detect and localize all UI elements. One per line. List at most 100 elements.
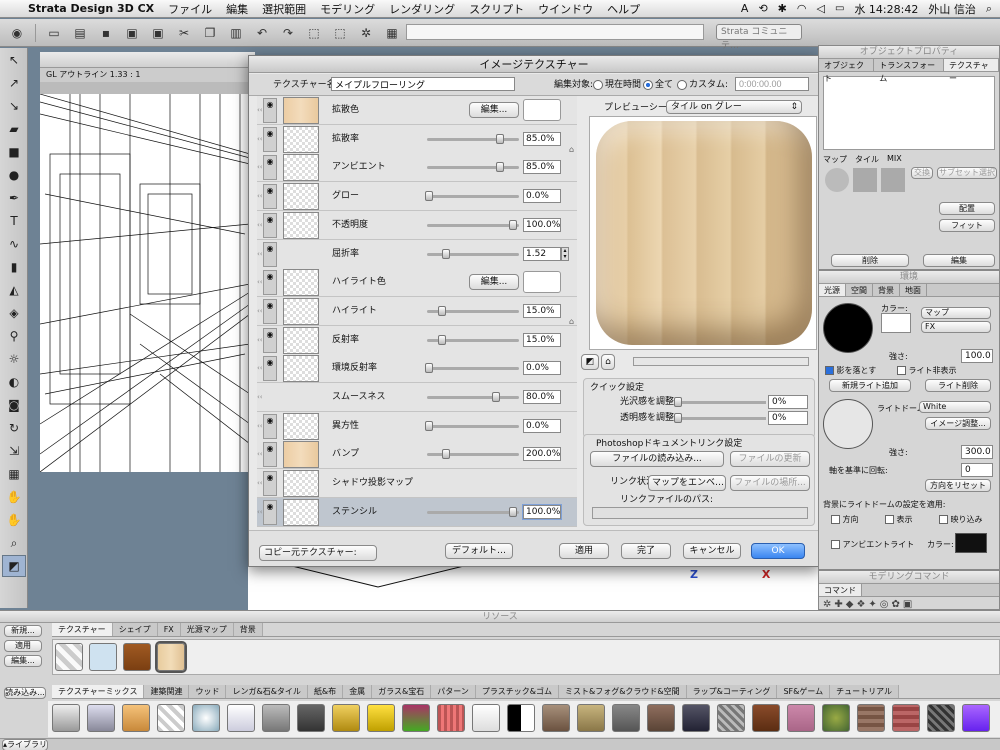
ambient-color-swatch[interactable] <box>955 533 987 553</box>
channel-row[interactable]: ‹‹ ◉ 拡散率 85.0% <box>257 124 577 154</box>
channel-slider[interactable] <box>427 248 519 259</box>
community-dropdown[interactable]: Strata コミュニテ… <box>716 24 802 51</box>
render-full-icon[interactable]: ⬚ <box>330 24 350 42</box>
channel-map-thumbnail[interactable] <box>283 125 319 153</box>
library-texture-swatch[interactable] <box>192 704 220 732</box>
texture-preview[interactable] <box>589 116 817 350</box>
res-new-button[interactable]: 新規... <box>4 625 42 637</box>
library-texture-swatch[interactable] <box>717 704 745 732</box>
channel-slider[interactable] <box>427 219 519 230</box>
slider-knob[interactable] <box>492 392 501 402</box>
project-texture-2[interactable] <box>89 643 117 671</box>
channel-slider[interactable] <box>427 449 519 460</box>
channel-row[interactable]: ‹‹ ◉ 不透明度 100.0% <box>257 210 577 240</box>
channel-slider[interactable] <box>425 363 519 374</box>
spotlight-icon[interactable]: ⌕ <box>986 2 992 16</box>
map-flat-icon[interactable] <box>853 168 877 192</box>
channel-map-thumbnail[interactable] <box>283 97 319 124</box>
slider-knob[interactable] <box>437 305 446 316</box>
library-texture-swatch[interactable] <box>752 704 780 732</box>
library-texture-swatch[interactable] <box>332 704 360 732</box>
text-icon[interactable]: T <box>2 210 26 232</box>
environment-title[interactable]: 環境 <box>819 271 999 284</box>
visibility-eye-icon[interactable]: ◉ <box>263 298 277 324</box>
library-texture-swatch[interactable] <box>507 704 535 732</box>
subtab-tile[interactable]: タイル <box>855 154 879 165</box>
library-tab[interactable]: チュートリアル <box>830 685 900 698</box>
bluetooth-icon[interactable]: ✱ <box>778 2 787 15</box>
channel-slider[interactable] <box>427 506 519 517</box>
preview-eyedropper-icon[interactable]: ◩ <box>581 354 599 370</box>
channel-map-thumbnail[interactable] <box>283 355 319 383</box>
light-bulb-icon[interactable]: ☼ <box>2 348 26 370</box>
visibility-eye-icon[interactable]: ◉ <box>263 356 277 382</box>
channel-map-thumbnail[interactable] <box>283 183 319 211</box>
library-texture-swatch[interactable] <box>822 704 850 732</box>
channel-color-swatch[interactable] <box>523 271 561 294</box>
place-button[interactable]: 配置 <box>939 202 995 215</box>
channel-edit-button[interactable]: 編集... <box>469 274 519 291</box>
radio-custom[interactable] <box>677 80 687 90</box>
library-texture-swatch[interactable] <box>297 704 325 732</box>
light-dome-sphere[interactable] <box>823 399 873 449</box>
library-tab[interactable]: テクスチャーミックス <box>52 685 145 698</box>
zoom-scale[interactable]: 1.33 : 1 <box>110 70 141 79</box>
library-texture-swatch[interactable] <box>402 704 430 732</box>
library-texture-swatch[interactable] <box>787 704 815 732</box>
tab-object[interactable]: オブジェクト <box>819 59 875 83</box>
viewport-canvas[interactable] <box>40 94 250 472</box>
slider-knob[interactable] <box>437 334 446 345</box>
zoom-icon[interactable]: ⌕ <box>2 532 26 554</box>
visibility-eye-icon[interactable]: ◉ <box>263 270 277 296</box>
channel-row[interactable]: ‹‹ ◉ 環境反射率 0.0% <box>257 354 577 384</box>
cut-icon[interactable]: ✂ <box>174 24 194 42</box>
path-icon[interactable]: ∿ <box>2 233 26 255</box>
channel-row[interactable]: ‹‹ ◉ 反射率 15.0% <box>257 325 577 355</box>
direct-select-icon[interactable]: ↘ <box>2 95 26 117</box>
slider-knob[interactable] <box>509 506 517 517</box>
orbit-icon[interactable]: ✋ <box>2 509 26 531</box>
tab-texture[interactable]: テクスチャー <box>944 59 999 83</box>
library-tab[interactable]: ラップ&コーティング <box>686 685 778 698</box>
slider-knob[interactable] <box>496 162 505 173</box>
light-map-dropdown[interactable]: マップ <box>921 307 991 319</box>
eyedropper-icon[interactable]: ◩ <box>2 555 26 577</box>
channel-slider[interactable] <box>425 420 519 431</box>
library-texture-swatch[interactable] <box>87 704 115 732</box>
library-tab[interactable]: レンガ&石&タイル <box>226 685 308 698</box>
command-panel-title[interactable]: モデリングコマンド <box>819 571 999 584</box>
wifi-icon[interactable]: ◠ <box>797 2 807 15</box>
channel-map-thumbnail[interactable] <box>283 326 319 354</box>
channel-row[interactable]: ‹‹ ◉ 異方性 0.0% <box>257 411 577 441</box>
channel-value[interactable]: 0.0% <box>523 361 561 376</box>
channel-row[interactable]: ‹‹ ◉ シャドウ投影マップ <box>257 469 577 499</box>
visibility-eye-icon[interactable]: ◉ <box>263 241 277 267</box>
rect-icon[interactable]: ■ <box>2 141 26 163</box>
value-stepper[interactable]: ▴ ▾ <box>561 246 569 261</box>
ambient-checkbox[interactable] <box>831 540 840 549</box>
channel-row[interactable]: ‹‹ ◉ アンビエント 85.0% <box>257 153 577 183</box>
volume-icon[interactable]: ◁ <box>817 2 825 15</box>
transparency-value[interactable]: 0% <box>768 411 808 425</box>
library-texture-swatch[interactable] <box>577 704 605 732</box>
channel-map-thumbnail[interactable] <box>283 498 319 526</box>
menu-script[interactable]: スクリプト <box>469 1 524 17</box>
delete-light-button[interactable]: ライト削除 <box>925 379 991 392</box>
library-texture-swatch[interactable] <box>262 704 290 732</box>
library-texture-swatch[interactable] <box>892 704 920 732</box>
channel-map-thumbnail[interactable] <box>283 211 319 239</box>
project-texture-1[interactable] <box>55 643 83 671</box>
tab-ground[interactable]: 地面 <box>900 284 927 296</box>
library-tab[interactable]: 建築関連 <box>144 685 190 698</box>
radio-all[interactable] <box>643 80 653 90</box>
library-texture-swatch[interactable] <box>367 704 395 732</box>
visibility-eye-icon[interactable]: ◉ <box>263 98 277 123</box>
channel-value[interactable]: 200.0% <box>523 447 561 462</box>
adobe-icon[interactable]: A <box>741 2 749 15</box>
channel-row[interactable]: ‹‹ ◉ ハイライト 15.0% <box>257 296 577 326</box>
library-texture-swatch[interactable] <box>227 704 255 732</box>
radio-current-time[interactable] <box>593 80 603 90</box>
channel-map-thumbnail[interactable] <box>283 412 319 440</box>
channel-value[interactable]: 15.0% <box>523 303 561 318</box>
cast-shadow-checkbox[interactable] <box>825 366 834 375</box>
